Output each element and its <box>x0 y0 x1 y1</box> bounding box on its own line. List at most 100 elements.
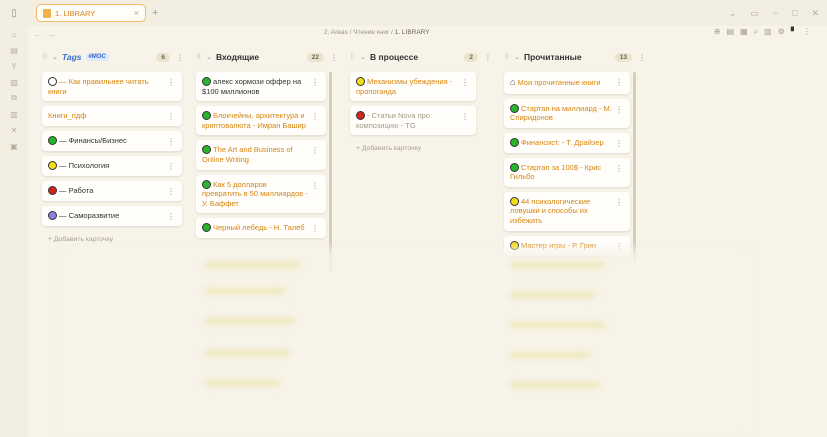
drag-handle-icon[interactable]: ⠿ <box>350 53 360 61</box>
kanban-card[interactable]: The Art and Business of Online Writing ⋮ <box>196 140 326 170</box>
more-vertical-icon[interactable]: ⋮ <box>461 78 469 88</box>
card-count-badge: 2 <box>464 52 478 62</box>
card-text[interactable]: The Art and Business of Online Writing <box>202 145 293 164</box>
more-vertical-icon[interactable]: ⋮ <box>461 112 469 122</box>
minimize-icon[interactable]: − <box>773 8 778 18</box>
card-text[interactable]: Механизмы убеждения - пропоганда <box>356 77 452 96</box>
more-vertical-icon[interactable]: ⋮ <box>167 162 175 172</box>
kanban-card[interactable]: Блокчейны, архитектура и криптовалюта - … <box>196 106 326 136</box>
kanban-card[interactable]: Механизмы убеждения - пропоганда ⋮ <box>350 72 476 102</box>
breadcrumb-areas[interactable]: 2. Areas <box>324 29 348 36</box>
add-card-button[interactable]: + Добавить карточку <box>350 145 476 152</box>
kanban-card[interactable]: 44 психологические ловушки и способы их … <box>504 191 630 231</box>
kanban-card[interactable]: — Работа ⋮ <box>42 181 182 202</box>
calendar-icon[interactable]: ▤ <box>0 42 28 58</box>
gear-icon[interactable]: ⚙ <box>778 27 785 37</box>
card-text: — Финансы/Бизнес <box>59 136 127 146</box>
more-vertical-icon[interactable]: ⋮ <box>311 112 319 122</box>
files-icon[interactable]: ⌂ <box>0 26 28 42</box>
tools-icon[interactable]: ✕ <box>0 122 28 138</box>
scrollbar[interactable] <box>329 72 332 272</box>
column-inbox: ⠿ ⌄ Входящие 22 ⋮ алекс хормози оффер на… <box>196 47 338 239</box>
card-text[interactable]: Как 5 долларов превратить в 50 миллиардо… <box>202 180 308 208</box>
board-view-icon[interactable]: ▥ <box>764 27 772 37</box>
more-vertical-icon[interactable]: ⋮ <box>484 53 492 62</box>
drag-handle-icon[interactable]: ⠿ <box>504 53 514 61</box>
bookmark-icon[interactable]: ▘ <box>791 27 797 37</box>
drag-handle-icon[interactable]: ⠿ <box>42 53 52 61</box>
drag-handle-icon[interactable]: ⠿ <box>196 53 206 61</box>
chevron-down-icon[interactable]: ⌄ <box>206 53 216 61</box>
more-vertical-icon[interactable]: ⋮ <box>311 78 319 88</box>
card-text[interactable]: Мои прочитанные книги <box>517 78 600 87</box>
more-vertical-icon[interactable]: ⋮ <box>615 198 623 208</box>
kanban-card[interactable]: ⌂ Мои прочитанные книги ⋮ <box>504 72 630 94</box>
more-vertical-icon[interactable]: ⋮ <box>311 181 319 191</box>
kanban-card[interactable]: — Финансы/Бизнес ⋮ <box>42 131 182 152</box>
templates-icon[interactable]: ⧉ <box>0 90 28 106</box>
add-list-icon[interactable]: ⊕ <box>714 27 721 37</box>
notes-icon[interactable]: ▥ <box>0 106 28 122</box>
kanban-card[interactable]: Стартап на миллиард - М. Спиридонов ⋮ <box>504 98 630 128</box>
card-text[interactable]: — Как правильнее читать книги <box>48 77 149 96</box>
kanban-card[interactable]: Стартап за 100$ - Крис Гильбо ⋮ <box>504 157 630 187</box>
card-text[interactable]: Черный лебедь - Н. Талеб <box>213 223 305 232</box>
publish-icon[interactable]: ▣ <box>0 138 28 154</box>
card-count-badge: 6 <box>156 52 170 62</box>
card-text[interactable]: Стартап за 100$ - Крис Гильбо <box>510 163 601 182</box>
more-vertical-icon[interactable]: ⋮ <box>311 224 319 234</box>
card-text[interactable]: 44 психологические ловушки и способы их … <box>510 197 590 225</box>
search-icon[interactable]: ⌕ <box>754 27 758 37</box>
card-text[interactable]: Книги_пдф <box>48 111 86 120</box>
more-vertical-icon[interactable]: ⋮ <box>330 53 338 62</box>
kanban-card[interactable]: — Психология ⋮ <box>42 156 182 177</box>
more-vertical-icon[interactable]: ⋮ <box>167 78 175 88</box>
close-tab-icon[interactable]: × <box>134 8 139 18</box>
card-text[interactable]: Блокчейны, архитектура и криптовалюта - … <box>202 111 306 130</box>
more-vertical-icon[interactable]: ⋮ <box>615 164 623 174</box>
chevron-down-icon[interactable]: ⌄ <box>360 53 370 61</box>
tab-library[interactable]: 1. LIBRARY × <box>36 4 146 22</box>
card-text[interactable]: Финансист. - Т. Драйзер <box>521 138 604 147</box>
more-vertical-icon[interactable]: ⋮ <box>615 105 623 115</box>
kanban-card[interactable]: Финансист. - Т. Драйзер ⋮ <box>504 132 630 153</box>
close-window-icon[interactable]: ✕ <box>811 8 819 19</box>
card-text[interactable]: - Статьи Nova про композицию - TG <box>356 111 430 130</box>
split-view-icon[interactable]: ▭ <box>750 8 759 19</box>
breadcrumb-reading[interactable]: Чтение книг <box>353 29 389 36</box>
more-vertical-icon[interactable]: ⋮ <box>311 146 319 156</box>
maximize-icon[interactable]: □ <box>792 8 797 18</box>
card-text: — Саморазвитие <box>59 211 120 221</box>
chevron-down-icon[interactable]: ⌄ <box>52 53 62 61</box>
markdown-icon[interactable]: ▦ <box>740 27 748 37</box>
kanban-card[interactable]: Как 5 долларов превратить в 50 миллиардо… <box>196 174 326 214</box>
graph-icon[interactable]: Y <box>0 58 28 74</box>
kanban-card[interactable]: — Как правильнее читать книги ⋮ <box>42 72 182 102</box>
more-vertical-icon[interactable]: ⋮ <box>167 112 175 122</box>
kanban-card[interactable]: Черный лебедь - Н. Талеб ⋮ <box>196 218 326 239</box>
more-vertical-icon[interactable]: ⋮ <box>167 137 175 147</box>
kanban-card[interactable]: — Саморазвитие ⋮ <box>42 206 182 227</box>
kanban-card[interactable]: алекс хормози оффер на $100 миллионов ⋮ <box>196 72 326 102</box>
more-vertical-icon[interactable]: ⋮ <box>167 212 175 222</box>
kanban-card[interactable]: Книги_пдф ⋮ <box>42 106 182 127</box>
card-text[interactable]: Стартап на миллиард - М. Спиридонов <box>510 104 612 123</box>
add-card-button[interactable]: + Добавить карточку <box>42 236 182 243</box>
breadcrumb-library[interactable]: 1. LIBRARY <box>395 29 430 36</box>
more-vertical-icon[interactable]: ⋮ <box>167 187 175 197</box>
more-vertical-icon[interactable]: ⋮ <box>615 139 623 149</box>
sidebar-toggle-icon[interactable]: ▯ <box>0 0 28 26</box>
tag-badge[interactable]: #MOC <box>85 53 109 61</box>
more-vertical-icon[interactable]: ⋮ <box>615 78 623 88</box>
chevron-down-icon[interactable]: ⌄ <box>729 8 737 19</box>
kanban-card[interactable]: - Статьи Nova про композицию - TG ⋮ <box>350 106 476 136</box>
archive-icon[interactable]: ▤ <box>727 27 735 37</box>
scrollbar[interactable] <box>633 72 636 262</box>
more-vertical-icon[interactable]: ⋮ <box>803 27 811 37</box>
new-tab-button[interactable]: + <box>152 7 158 19</box>
canvas-icon[interactable]: ▧ <box>0 74 28 90</box>
chevron-down-icon[interactable]: ⌄ <box>514 53 524 61</box>
nav-arrows[interactable]: ←→ <box>34 30 62 39</box>
more-vertical-icon[interactable]: ⋮ <box>638 53 646 62</box>
more-vertical-icon[interactable]: ⋮ <box>176 53 184 62</box>
